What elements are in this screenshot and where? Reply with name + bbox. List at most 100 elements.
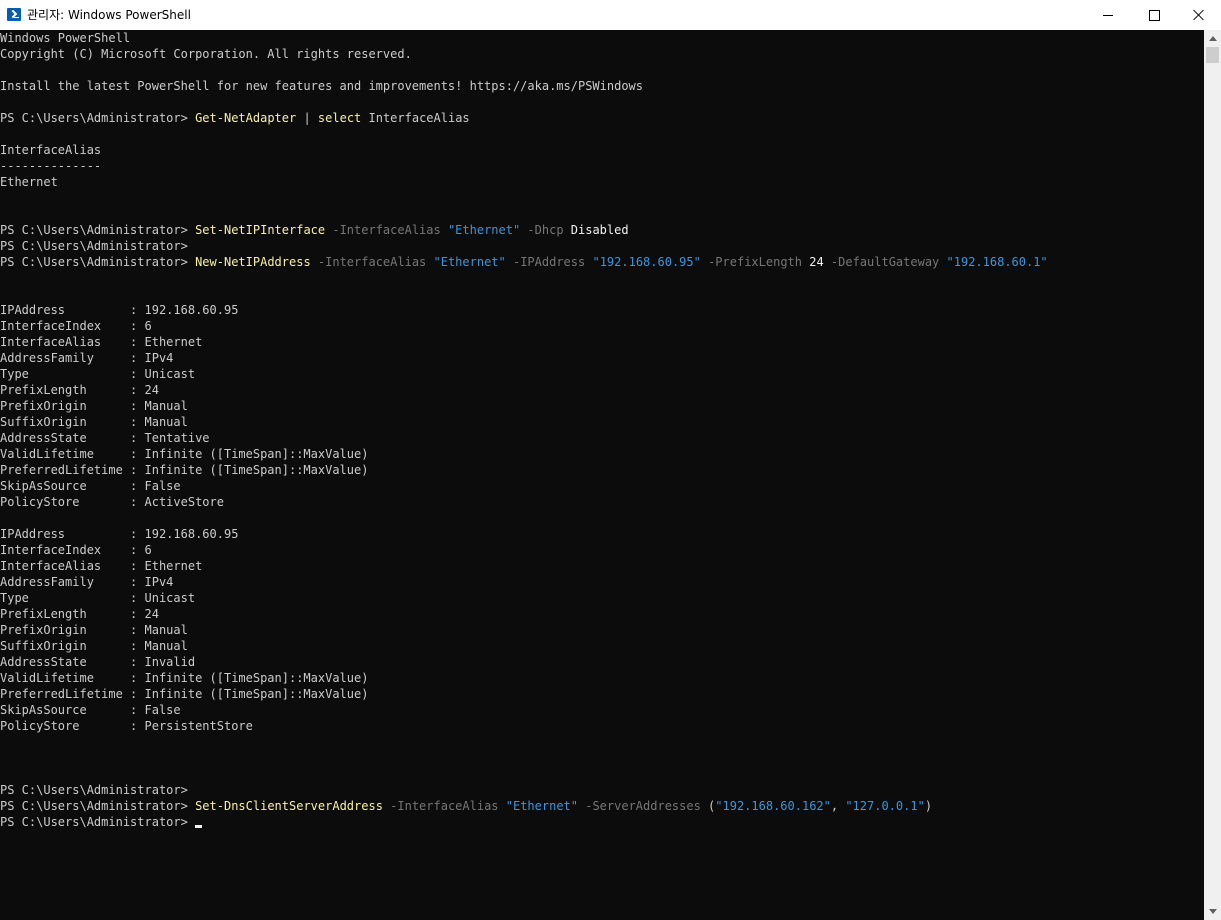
console-text: Install the latest PowerShell for new fe… [0,79,643,93]
console-line: PrefixOrigin : Manual [0,398,1204,414]
console-line: PrefixOrigin : Manual [0,622,1204,638]
console-line: InterfaceIndex : 6 [0,542,1204,558]
console-line: PreferredLifetime : Infinite ([TimeSpan]… [0,686,1204,702]
console-text: PS C:\Users\Administrator> [0,815,196,829]
console-line: PS C:\Users\Administrator> [0,238,1204,254]
console-text: PreferredLifetime : Infinite ([TimeSpan]… [0,687,369,701]
console-text: "Ethernet" [433,255,506,269]
console-line: PolicyStore : ActiveStore [0,494,1204,510]
console-text: "192.168.60.162" [715,799,831,813]
console-text: "Ethernet" [505,799,578,813]
console-text: "Ethernet" [447,223,521,237]
console-line: InterfaceIndex : 6 [0,318,1204,334]
console-text: Ethernet [0,175,58,189]
console-text: SuffixOrigin : Manual [0,639,188,653]
console-text: Windows PowerShell [0,31,131,45]
console-line: ValidLifetime : Infinite ([TimeSpan]::Ma… [0,446,1204,462]
scroll-down-button[interactable] [1204,903,1221,920]
console-text: ValidLifetime : Infinite ([TimeSpan]::Ma… [0,447,369,461]
console-text: -ServerAddresses [578,799,701,813]
console-text: Disabled [563,223,629,237]
console-text: PS C:\Users\Administrator> [0,799,196,813]
console-text: ( [700,799,716,813]
console-text: ) [924,799,933,813]
console-line: AddressFamily : IPv4 [0,350,1204,366]
window-title: 관리자: Windows PowerShell [27,8,191,22]
console-text: InterfaceAlias : Ethernet [0,335,203,349]
console-text: "192.168.60.1" [946,255,1048,269]
console-text: PS C:\Users\Administrator> [0,111,196,125]
console-line: PrefixLength : 24 [0,382,1204,398]
console-text: SuffixOrigin : Manual [0,415,188,429]
console-line: IPAddress : 192.168.60.95 [0,302,1204,318]
console-text: AddressFamily : IPv4 [0,575,174,589]
console-line: InterfaceAlias [0,142,1204,158]
console-text: Copyright (C) Microsoft Corporation. All… [0,47,412,61]
console-text: PrefixLength : 24 [0,383,159,397]
console-text: SkipAsSource : False [0,479,181,493]
console-lines: Windows PowerShell Copyright (C) Microsof… [0,30,1204,830]
console-text: ValidLifetime : Infinite ([TimeSpan]::Ma… [0,671,369,685]
console-output[interactable]: Windows PowerShell Copyright (C) Microsof… [0,30,1204,920]
console-text: New-NetIPAddress [195,255,311,269]
powershell-icon[interactable] [7,8,21,21]
console-text: PreferredLifetime : Infinite ([TimeSpan]… [0,463,369,477]
console-text: PrefixLength : 24 [0,607,159,621]
close-button[interactable] [1176,0,1221,30]
console-text: Set-DnsClientServerAddress [195,799,383,813]
console-text: select [317,111,362,125]
console-text: InterfaceAlias [0,143,102,157]
console-line: PrefixLength : 24 [0,606,1204,622]
minimize-icon [1103,14,1113,16]
console-line: InterfaceAlias : Ethernet [0,558,1204,574]
console-text: PS C:\Users\Administrator> [0,783,188,797]
scroll-up-button[interactable] [1204,30,1221,47]
console-line: SuffixOrigin : Manual [0,638,1204,654]
console-text: -InterfaceAlias [382,799,499,813]
console-text: -Dhcp [520,223,564,237]
console-text: -IPAddress [505,255,586,269]
console-line: AddressState : Tentative [0,430,1204,446]
console-text: -PrefixLength [700,255,802,269]
vertical-scrollbar[interactable] [1204,30,1221,920]
chevron-up-icon [1208,36,1217,41]
chevron-down-icon [1208,909,1217,914]
console-line: Ethernet [0,174,1204,190]
console-text: PS C:\Users\Administrator> [0,223,196,237]
console-line: AddressState : Invalid [0,654,1204,670]
console-line: Type : Unicast [0,366,1204,382]
console-text: PrefixOrigin : Manual [0,399,188,413]
console-line: AddressFamily : IPv4 [0,574,1204,590]
console-line: PolicyStore : PersistentStore [0,718,1204,734]
console-text: 24 [802,255,824,269]
close-icon [1193,9,1205,21]
console-text: PolicyStore : PersistentStore [0,719,253,733]
powershell-window: 관리자: Windows PowerShell Windows PowerShe… [0,0,1221,920]
title-bar[interactable]: 관리자: Windows PowerShell [0,0,1221,30]
console-text: Set-NetIPInterface [195,223,326,237]
maximize-button[interactable] [1131,0,1177,30]
console-text: PS C:\Users\Administrator> [0,239,188,253]
console-text: Get-NetAdapter [195,111,297,125]
console-text: AddressFamily : IPv4 [0,351,174,365]
scroll-thumb[interactable] [1206,47,1219,63]
minimize-button[interactable] [1085,0,1131,30]
console-text: InterfaceAlias [361,111,470,125]
console-text: Type : Unicast [0,591,196,605]
console-text: PolicyStore : ActiveStore [0,495,224,509]
console-line: PS C:\Users\Administrator> Get-NetAdapte… [0,110,1204,126]
console-text: "127.0.0.1" [845,799,925,813]
console-line: PS C:\Users\Administrator> New-NetIPAddr… [0,254,1204,270]
